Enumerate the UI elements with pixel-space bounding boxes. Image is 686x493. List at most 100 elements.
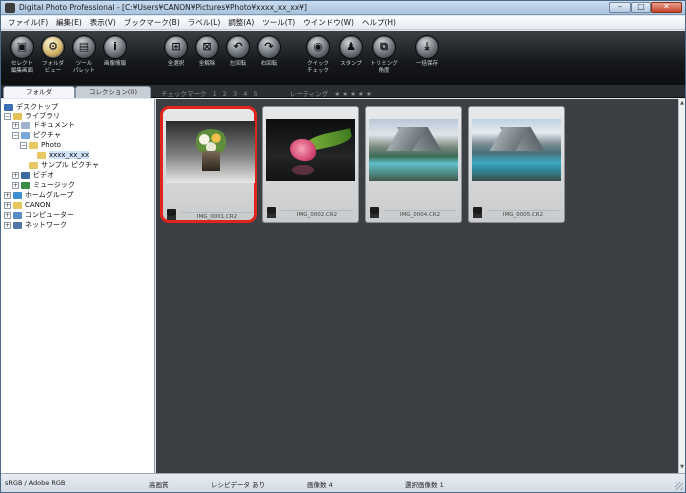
folder-view-icon: ⚙	[41, 35, 65, 59]
tree-item-desktop[interactable]: デスクトップ	[4, 103, 58, 112]
check-filter-4[interactable]: 4	[243, 90, 247, 98]
menu-help[interactable]: ヘルプ(H)	[358, 17, 400, 28]
rating-filter-stars[interactable]: ★ ★ ★ ★ ★	[334, 90, 371, 98]
expand-icon[interactable]: +	[12, 171, 19, 179]
check-filter-1[interactable]: 1	[213, 90, 217, 98]
scroll-down-icon[interactable]: ▼	[679, 464, 685, 471]
expand-icon[interactable]: +	[4, 221, 11, 229]
image-info-button[interactable]: i 画像情報	[98, 35, 132, 81]
folder-icon	[29, 141, 38, 149]
menu-edit[interactable]: 編集(E)	[52, 17, 86, 28]
menu-tools[interactable]: ツール(T)	[258, 17, 299, 28]
deselect-all-button[interactable]: ⊠ 全解除	[190, 35, 224, 81]
tree-item-homegroup[interactable]: + ホームグループ	[4, 191, 73, 200]
tree-label: デスクトップ	[16, 103, 58, 111]
vertical-scrollbar[interactable]: ▲ ▼	[678, 99, 685, 473]
minimize-button[interactable]: –	[609, 2, 631, 13]
tree-item-pictures[interactable]: − ピクチャ	[12, 131, 61, 140]
raw-camera-icon	[473, 207, 482, 219]
menu-label[interactable]: ラベル(L)	[184, 17, 225, 28]
music-icon	[21, 181, 30, 189]
collapse-icon[interactable]: −	[4, 112, 11, 120]
tree-label: CANON	[25, 201, 51, 209]
tree-label: ドキュメント	[33, 121, 75, 129]
thumbnail-card[interactable]: IMG_0002.CR2	[262, 106, 359, 223]
folder-icon	[37, 151, 46, 159]
user-folder-icon	[13, 201, 22, 209]
expand-icon[interactable]: +	[4, 191, 11, 199]
menu-file[interactable]: ファイル(F)	[4, 17, 52, 28]
thumbnail-filename: IMG_0002.CR2	[281, 210, 353, 218]
resize-grip-icon[interactable]	[675, 482, 683, 490]
tree-item-network[interactable]: + ネットワーク	[4, 221, 67, 230]
main-toolbar: ▣ セレクト 編集画面 ⚙ フォルダ ビュー ▤ ツール パレット i 画像情報…	[1, 31, 685, 85]
tool-palette-button[interactable]: ▤ ツール パレット	[67, 35, 101, 81]
menu-adjust[interactable]: 調整(A)	[224, 17, 258, 28]
collapse-icon[interactable]: −	[20, 141, 27, 149]
thumbnail-card[interactable]: IMG_0005.CR2	[468, 106, 565, 223]
expand-icon[interactable]: +	[12, 121, 19, 129]
rotate-right-button[interactable]: ↷ 右回転	[252, 35, 286, 81]
check-filter-5[interactable]: 5	[253, 90, 257, 98]
quick-check-icon: ◉	[306, 35, 330, 59]
thumbnail-filename: IMG_0004.CR2	[384, 210, 456, 218]
rotate-left-button[interactable]: ↶ 左回転	[221, 35, 255, 81]
tree-item-photo[interactable]: − Photo	[20, 141, 61, 150]
tab-collection[interactable]: コレクション(0)	[75, 86, 151, 98]
close-button[interactable]: ✕	[651, 2, 682, 13]
menu-window[interactable]: ウインドウ(W)	[299, 17, 358, 28]
select-all-button[interactable]: ⊞ 全選択	[159, 35, 193, 81]
deselect-all-icon: ⊠	[195, 35, 219, 59]
select-edit-icon: ▣	[10, 35, 34, 59]
image-info-label: 画像情報	[103, 61, 126, 67]
tree-label: Photo	[41, 141, 61, 149]
thumbnail-card[interactable]: IMG_0001.CR2	[160, 106, 257, 223]
trim-label: トリミング 角度	[370, 61, 398, 74]
batch-save-button[interactable]: ⤓ 一括保存	[410, 35, 444, 81]
trim-icon: ⧉	[372, 35, 396, 59]
tree-item-documents[interactable]: + ドキュメント	[12, 121, 75, 130]
tree-label: ビデオ	[33, 171, 54, 179]
app-camera-icon	[5, 3, 15, 13]
folder-icon	[29, 161, 38, 169]
computer-icon	[13, 211, 22, 219]
tree-label: サンプル ピクチャ	[41, 161, 99, 169]
tree-item-computer[interactable]: + コンピューター	[4, 211, 74, 220]
video-icon	[21, 171, 30, 179]
check-filter-2[interactable]: 2	[223, 90, 227, 98]
rating-label: レーティング	[289, 90, 329, 98]
status-color-space: sRGB / Adobe RGB	[5, 479, 66, 487]
thumbnail-filename: IMG_0001.CR2	[181, 212, 253, 220]
tree-item-sample-pictures[interactable]: サンプル ピクチャ	[29, 161, 99, 170]
expand-icon[interactable]: +	[12, 181, 19, 189]
tree-label: ネットワーク	[25, 221, 67, 229]
scroll-up-icon[interactable]: ▲	[679, 100, 685, 107]
expand-icon[interactable]: +	[4, 211, 11, 219]
quick-check-button[interactable]: ◉ クイック チェック	[301, 35, 335, 81]
expand-icon[interactable]: +	[4, 201, 11, 209]
tree-item-music[interactable]: + ミュージック	[12, 181, 75, 190]
status-image-count: 画像数 4	[307, 481, 333, 489]
pictures-icon	[21, 131, 30, 139]
menu-view[interactable]: 表示(V)	[86, 17, 120, 28]
title-bar: Digital Photo Professional - [C:¥Users¥C…	[1, 1, 685, 15]
check-filter-3[interactable]: 3	[233, 90, 237, 98]
status-recipe: レシピデータ あり	[211, 481, 266, 489]
trim-button[interactable]: ⧉ トリミング 角度	[367, 35, 401, 81]
app-window: Digital Photo Professional - [C:¥Users¥C…	[0, 0, 686, 493]
menu-bookmark[interactable]: ブックマーク(B)	[120, 17, 184, 28]
raw-camera-icon	[267, 207, 276, 219]
select-all-icon: ⊞	[164, 35, 188, 59]
tree-label: ホームグループ	[25, 191, 74, 199]
tree-item-videos[interactable]: + ビデオ	[12, 171, 54, 180]
thumbnail-image	[266, 119, 355, 181]
tree-item-canon[interactable]: + CANON	[4, 201, 51, 210]
tree-item-library[interactable]: − ライブラリ	[4, 112, 60, 121]
thumbnail-card[interactable]: IMG_0004.CR2	[365, 106, 462, 223]
maximize-button[interactable]: □	[631, 2, 651, 13]
tree-item-date-folder[interactable]: xxxx_xx_xx	[37, 151, 90, 160]
status-quality: 高画質	[149, 481, 169, 489]
collapse-icon[interactable]: −	[12, 131, 19, 139]
tool-palette-icon: ▤	[72, 35, 96, 59]
tab-folder[interactable]: フォルダ	[3, 86, 75, 98]
